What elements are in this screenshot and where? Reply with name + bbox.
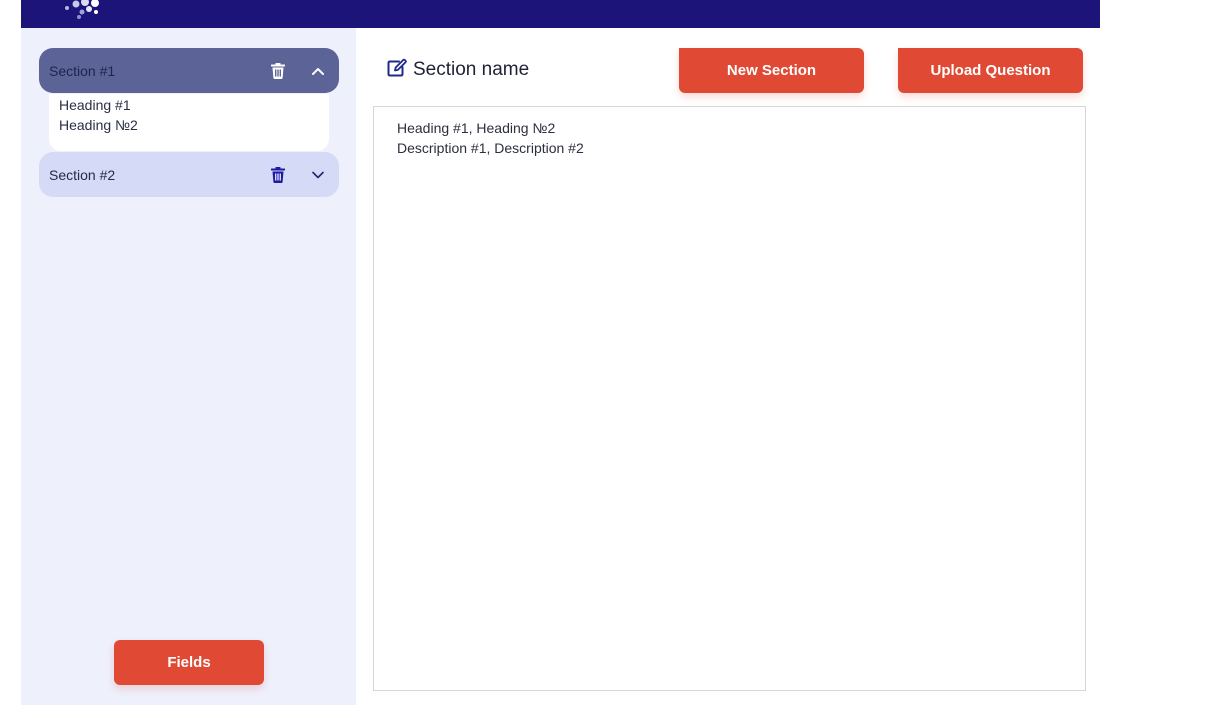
top-header-bar: [21, 0, 1100, 28]
dots-logo-icon: [65, 0, 99, 19]
chevron-down-icon[interactable]: [309, 166, 327, 184]
fields-button[interactable]: Fields: [114, 640, 264, 685]
chevron-up-icon[interactable]: [309, 62, 327, 80]
content-descriptions: Description #1, Description #2: [397, 140, 584, 156]
trash-icon[interactable]: [269, 166, 287, 184]
new-section-button[interactable]: New Section: [679, 48, 864, 93]
page-title: Section name: [413, 59, 530, 80]
sidebar-section-1[interactable]: Section #1: [39, 48, 339, 93]
list-item[interactable]: Heading #1: [59, 95, 329, 115]
content-headings: Heading #1, Heading №2: [397, 120, 556, 136]
section-label: Section #1: [49, 62, 116, 79]
section-content-area[interactable]: Heading #1, Heading №2 Description #1, D…: [373, 106, 1086, 691]
trash-icon[interactable]: [269, 62, 287, 80]
section-label: Section #2: [49, 166, 116, 183]
list-item[interactable]: Heading №2: [59, 115, 329, 135]
edit-icon: [387, 58, 407, 82]
upload-question-button[interactable]: Upload Question: [898, 48, 1083, 93]
sidebar-section-2[interactable]: Section #2: [39, 152, 339, 197]
section-1-subitems: Heading #1 Heading №2: [49, 94, 329, 151]
sidebar: Section #1 Heading #1 Heading №2 Section…: [21, 28, 356, 705]
section-name-title[interactable]: Section name: [387, 57, 529, 83]
